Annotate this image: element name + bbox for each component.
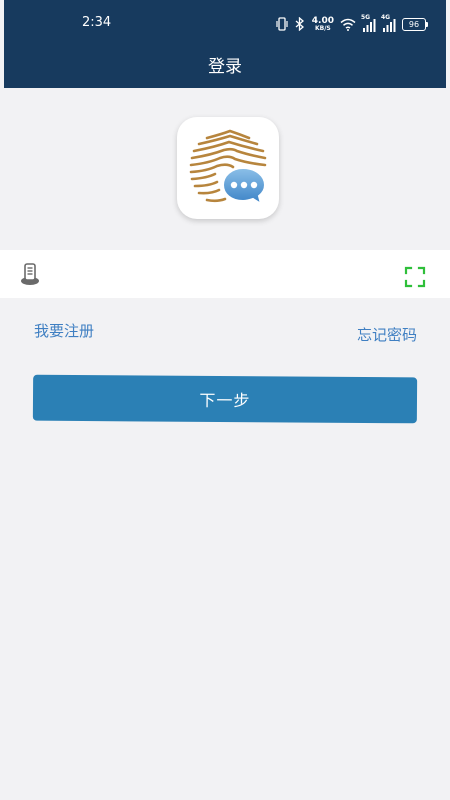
logo-emblem-icon xyxy=(189,129,267,207)
account-input[interactable] xyxy=(52,258,386,292)
signal-4g-tag: 4G xyxy=(381,14,391,21)
account-input-row xyxy=(0,250,450,298)
vibrate-icon xyxy=(276,17,288,31)
app-logo xyxy=(177,117,279,219)
status-time: 2:34 xyxy=(82,15,112,30)
header: 2:34 4.00 KB/S 5G 4G 96 登录 xyxy=(4,0,446,88)
signal-5g-tag: 5G xyxy=(361,14,371,21)
signal-4g: 4G xyxy=(381,14,396,32)
status-bar: 2:34 4.00 KB/S 5G 4G 96 xyxy=(4,0,446,48)
status-icons: 4.00 KB/S 5G 4G 96 xyxy=(276,14,428,34)
wifi-icon xyxy=(340,18,356,31)
forgot-password-link[interactable]: 忘记密码 xyxy=(357,324,417,345)
register-link[interactable]: 我要注册 xyxy=(34,320,94,341)
net-speed-value: 4.00 xyxy=(311,15,334,26)
login-screen: 2:34 4.00 KB/S 5G 4G 96 登录 我要注册 忘记密码 下一步 xyxy=(0,0,450,800)
next-button[interactable]: 下一步 xyxy=(32,374,418,424)
phone-icon xyxy=(21,263,39,285)
net-speed-unit: KB/S xyxy=(315,24,331,32)
battery-icon: 96 xyxy=(402,17,428,31)
signal-5g: 5G xyxy=(361,14,376,32)
net-speed: 4.00 KB/S xyxy=(311,15,334,32)
chat-bubble-icon xyxy=(221,166,267,207)
page-title: 登录 xyxy=(208,57,242,77)
bluetooth-icon xyxy=(295,17,304,31)
scan-icon[interactable] xyxy=(404,266,426,288)
